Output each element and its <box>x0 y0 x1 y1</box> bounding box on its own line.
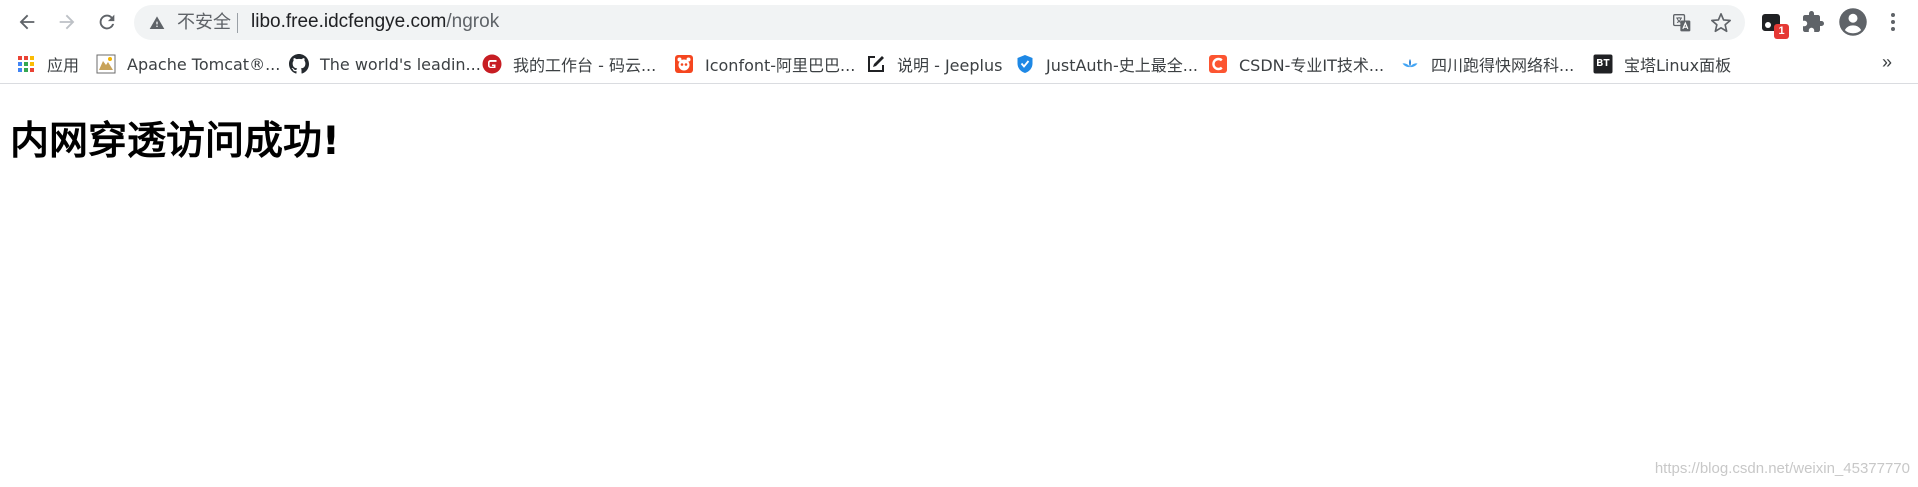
url-text[interactable]: libo.free.idcfengye.com/ngrok <box>251 11 499 33</box>
back-button[interactable] <box>10 5 44 39</box>
edit-icon <box>868 56 884 72</box>
bookmark-label: Iconfont-阿里巴巴... <box>705 56 856 75</box>
url-host: libo.free.idcfengye.com <box>251 11 447 32</box>
bookmark-justauth[interactable]: JustAuth-史上最全... <box>1015 46 1198 82</box>
bookmark-apache-tomcat[interactable]: Apache Tomcat®... <box>96 46 280 82</box>
puzzle-icon[interactable] <box>1801 10 1825 34</box>
csdn-icon <box>1209 55 1227 73</box>
url-divider <box>237 13 238 33</box>
forward-arrow-icon <box>59 14 75 30</box>
iconfont-icon <box>675 55 693 73</box>
reload-icon <box>99 14 115 30</box>
github-icon <box>289 54 309 74</box>
bookmark-apps[interactable]: 应用 <box>16 46 79 82</box>
translate-icon[interactable] <box>1672 13 1692 33</box>
apps-grid-icon <box>18 56 34 72</box>
browser-toolbar: 不安全 libo.free.idcfengye.com/ngrok 1 <box>0 0 1918 46</box>
extension-badge: 1 <box>1774 24 1789 39</box>
kebab-menu-icon[interactable] <box>1884 10 1902 34</box>
warning-icon[interactable] <box>149 15 165 31</box>
forward-button[interactable] <box>50 5 84 39</box>
security-label[interactable]: 不安全 <box>177 13 231 33</box>
reload-button[interactable] <box>90 5 124 39</box>
bookmark-label: Apache Tomcat®... <box>127 54 281 74</box>
address-bar[interactable]: 不安全 libo.free.idcfengye.com/ngrok <box>134 5 1745 40</box>
back-arrow-icon <box>19 14 35 30</box>
bookmark-label: CSDN-专业IT技术... <box>1239 56 1385 75</box>
bookmark-sichuan-network[interactable]: 四川跑得快网络科... <box>1400 46 1574 82</box>
bookmark-label: 我的工作台 - 码云... <box>513 56 657 75</box>
bt-icon <box>1593 54 1613 74</box>
bookmarks-overflow-button[interactable]: » <box>1882 52 1892 73</box>
watermark: https://blog.csdn.net/weixin_45377770 <box>1654 460 1910 477</box>
bookmarks-bar: 应用 Apache Tomcat®... The world's leadin.… <box>0 46 1918 84</box>
page-heading: 内网穿透访问成功! <box>10 119 340 164</box>
bookmark-github[interactable]: The world's leadin... <box>289 46 481 82</box>
bookmark-label: The world's leadin... <box>320 54 481 74</box>
bookmark-csdn[interactable]: CSDN-专业IT技术... <box>1208 46 1384 82</box>
star-icon[interactable] <box>1710 12 1732 34</box>
gitee-icon <box>482 54 502 74</box>
bookmark-jeeplus[interactable]: 说明 - Jeeplus <box>866 46 1002 82</box>
bookmark-label: 说明 - Jeeplus <box>897 56 1003 75</box>
bookmark-label: 宝塔Linux面板 <box>1624 56 1732 75</box>
lotus-icon <box>1402 59 1418 68</box>
bookmark-iconfont[interactable]: Iconfont-阿里巴巴... <box>674 46 855 82</box>
profile-icon[interactable] <box>1838 7 1868 37</box>
bookmark-baota[interactable]: 宝塔Linux面板 <box>1593 46 1731 82</box>
bookmark-label: JustAuth-史上最全... <box>1046 56 1199 75</box>
url-path: /ngrok <box>446 11 500 32</box>
shield-icon <box>1017 55 1033 73</box>
bookmark-gitee[interactable]: 我的工作台 - 码云... <box>482 46 656 82</box>
bookmark-label: 应用 <box>47 56 80 75</box>
bookmark-label: 四川跑得快网络科... <box>1431 56 1575 75</box>
tomcat-icon <box>96 54 116 74</box>
